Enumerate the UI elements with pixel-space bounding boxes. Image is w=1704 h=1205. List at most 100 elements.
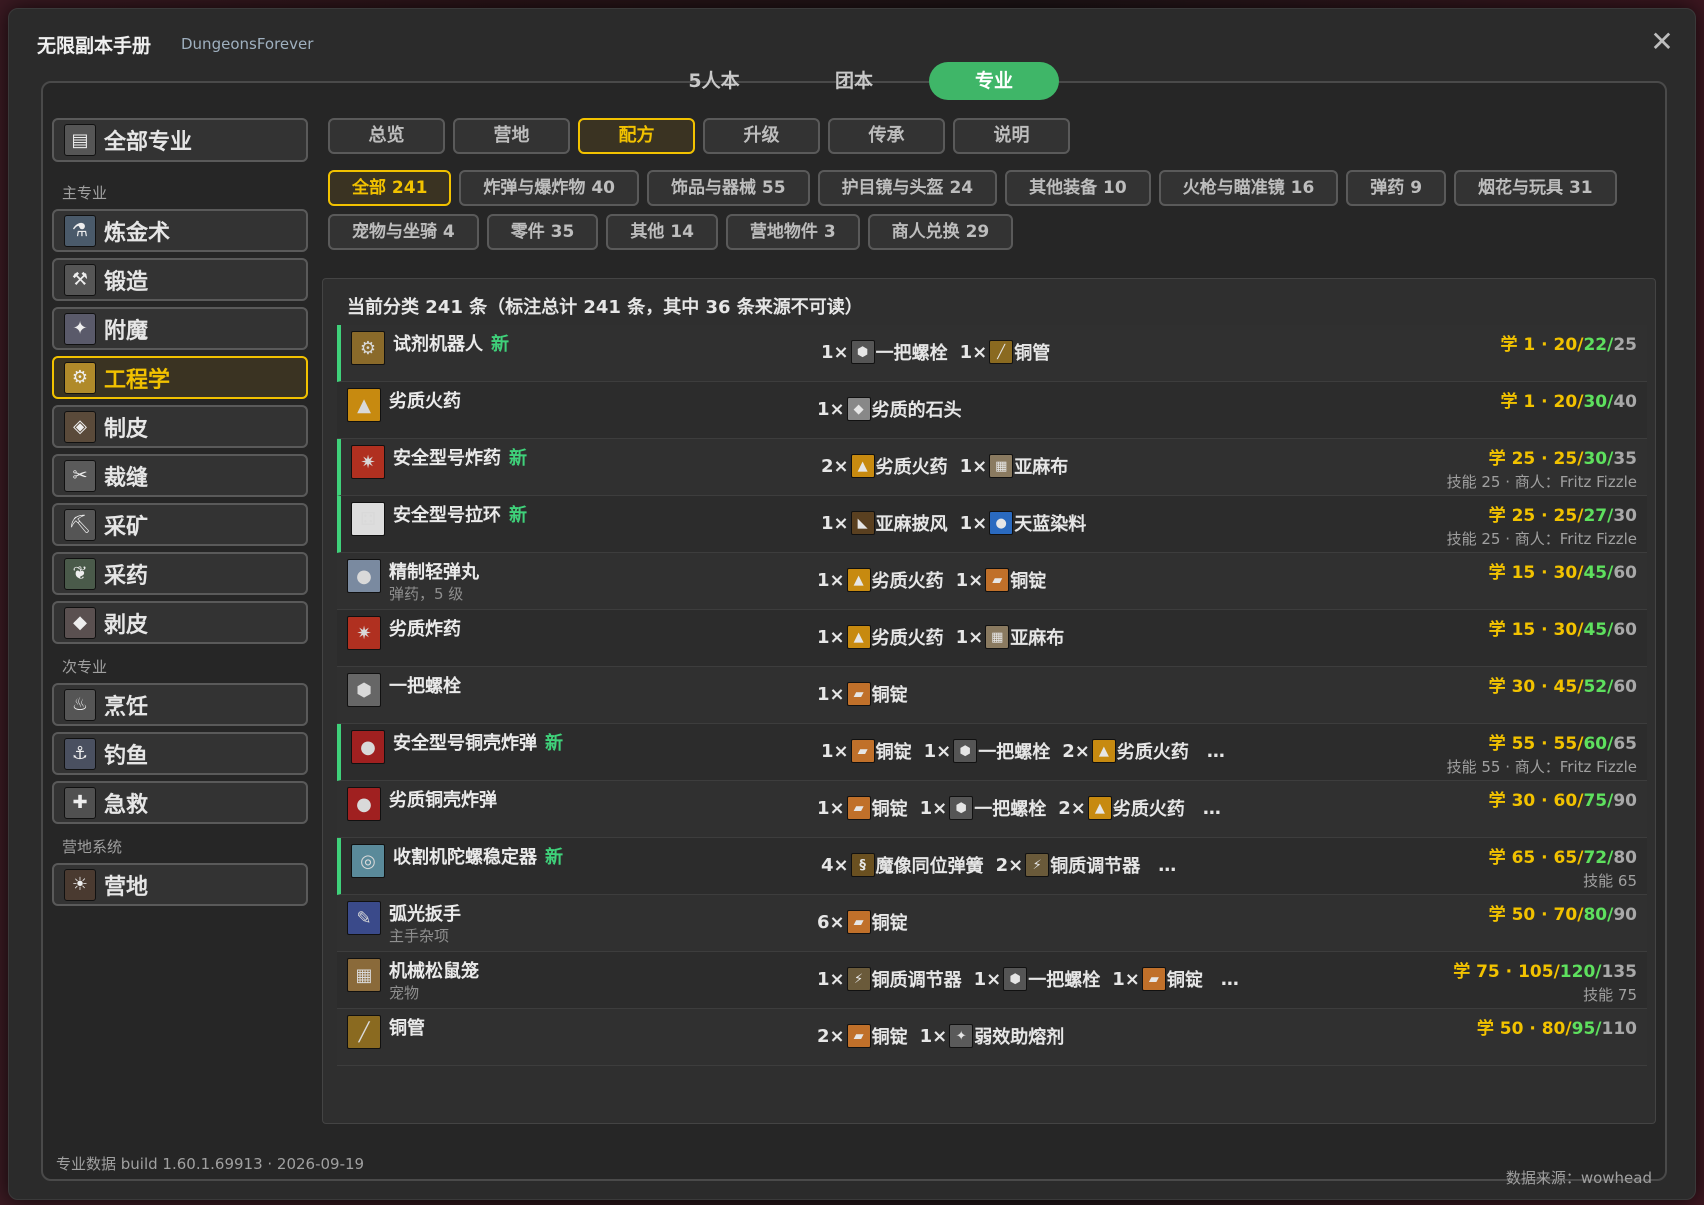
subtab-2[interactable]: 配方: [578, 118, 695, 154]
reagent[interactable]: 1× ⬢ 一把螺栓: [974, 966, 1100, 992]
recipe-source-note: 技能 55 · 商人：Fritz Fizzle: [1446, 758, 1637, 776]
reagent[interactable]: 2× ▲ 劣质火药: [821, 453, 948, 479]
reagent[interactable]: 2× ▲ 劣质火药: [1058, 795, 1185, 821]
sidebar-item-campfire[interactable]: ☀ 营地: [52, 863, 308, 906]
recipe-row[interactable]: ✷ 安全型号炸药新 2× ▲ 劣质火药 1× ▦ 亚麻布 学 25 · 25/30/35 技能 2…: [337, 439, 1647, 496]
reagent[interactable]: 1× ▰ 铜锭: [821, 738, 912, 764]
reagent[interactable]: 1× ⬢ 一把螺栓: [920, 795, 1046, 821]
sidebar-item-herb[interactable]: ❦ 采药: [52, 552, 308, 595]
reagent[interactable]: 1× ◣ 亚麻披风: [821, 510, 948, 536]
sidebar-item-enchant[interactable]: ✦ 附魔: [52, 307, 308, 350]
recipe-row[interactable]: ⬢ 一把螺栓 1× ▰ 铜锭 学 30 · 45/52/60: [337, 667, 1647, 724]
recipe-row[interactable]: ● 劣质铜壳炸弹 1× ▰ 铜锭 1× ⬢ 一把螺栓 2× ▲ 劣质火药… 学 30 · 60/75/…: [337, 781, 1647, 838]
sidebar-item-first-aid[interactable]: ✚ 急救: [52, 781, 308, 824]
reagent[interactable]: 1× ✦ 弱效助熔剂: [919, 1023, 1064, 1049]
learn-level: 学 55: [1488, 734, 1536, 754]
close-icon[interactable]: ✕: [1647, 27, 1677, 57]
reagent[interactable]: 1× ◆ 劣质的石头: [817, 396, 962, 422]
reagent[interactable]: 1× ⬢ 一把螺栓: [821, 339, 948, 365]
recipe-row[interactable]: ● 安全型号铜壳炸弹新 1× ▰ 铜锭 1× ⬢ 一把螺栓 2× ▲ 劣质火药… 学 55 · 55/…: [337, 724, 1647, 781]
sidebar-item-anvil[interactable]: ⚒ 锻造: [52, 258, 308, 301]
tab-raid[interactable]: 团本: [789, 62, 919, 100]
filter-chip[interactable]: 全部 241: [328, 170, 452, 206]
separator: ·: [1535, 905, 1554, 925]
recipe-name: 劣质火药: [389, 387, 461, 413]
reagent[interactable]: 2× ▲ 劣质火药: [1062, 738, 1189, 764]
recipe-row[interactable]: ● 精制轻弹丸 弹药，5 级 1× ▲ 劣质火药 1× ▰ 铜锭学 15 · 30/45/60: [337, 553, 1647, 610]
recipe-name: 机械松鼠笼: [389, 957, 479, 983]
subtab-5[interactable]: 说明: [953, 118, 1070, 154]
subtab-0[interactable]: 总览: [328, 118, 445, 154]
reagent-icon: ▰: [846, 1024, 871, 1048]
recipe-list[interactable]: ⚙ 试剂机器人新 1× ⬢ 一把螺栓 1× ╱ 铜管学 1 · 20/22/25 ▲ 劣质火药 1×…: [337, 325, 1647, 1066]
learn-level: 学 1: [1500, 392, 1536, 412]
filter-chip[interactable]: 其他装备 10: [1005, 170, 1151, 206]
gear-icon: ⚙: [64, 361, 96, 394]
filter-chip[interactable]: 宠物与坐骑 4: [328, 214, 479, 250]
sidebar-item-cooking[interactable]: ♨ 烹饪: [52, 683, 308, 726]
reagent[interactable]: 1× ▦ 亚麻布: [956, 624, 1064, 650]
sidebar-item-potion[interactable]: ⚗ 炼金术: [52, 209, 308, 252]
powder-icon: ▲: [347, 388, 381, 422]
skill-gray: 65: [1613, 734, 1637, 754]
filter-chip[interactable]: 护目镜与头盔 24: [817, 170, 998, 206]
reagent-icon: ◆: [846, 397, 871, 421]
reagent[interactable]: 1× ● 天蓝染料: [960, 510, 1086, 536]
subtab-4[interactable]: 传承: [828, 118, 945, 154]
reagent[interactable]: 2× ⚡ 铜质调节器: [996, 852, 1140, 878]
sidebar-item-gear[interactable]: ⚙ 工程学: [52, 356, 308, 399]
recipe-row[interactable]: ◎ 收割机陀螺稳定器新 4× § 魔像同位弹簧 2× ⚡ 铜质调节器 … 学 65 · 65/72…: [337, 838, 1647, 895]
reagent[interactable]: 1× ▦ 亚麻布: [960, 453, 1068, 479]
filter-chip[interactable]: 营地物件 3: [725, 214, 860, 250]
reagent-qty: 1×: [817, 626, 845, 648]
filter-chip[interactable]: 零件 35: [486, 214, 599, 250]
reagent[interactable]: 1× ▰ 铜锭: [956, 567, 1046, 593]
reagent[interactable]: 1× ▰ 铜锭: [817, 795, 908, 821]
sidebar-item-pickaxe[interactable]: ⛏ 采矿: [52, 503, 308, 546]
reagent[interactable]: 1× ▰ 铜锭: [817, 681, 908, 707]
skill-levels: 学 65 · 65/72/80: [1489, 843, 1637, 868]
filter-chip[interactable]: 火枪与瞄准镜 16: [1158, 170, 1339, 206]
tab-5-player[interactable]: 5人本: [649, 62, 779, 100]
reagent[interactable]: 1× ⬢ 一把螺栓: [924, 738, 1050, 764]
recipe-row[interactable]: ▲ 劣质火药 1× ◆ 劣质的石头 学 1 · 20/30/40: [337, 382, 1647, 439]
filter-chip[interactable]: 其他 14: [606, 214, 718, 250]
reagent[interactable]: 1× ╱ 铜管: [959, 339, 1050, 365]
recipe-row[interactable]: ⚃ 安全型号拉环新 1× ◣ 亚麻披风 1× ● 天蓝染料学 25 · 25/27/30 技能 …: [337, 496, 1647, 553]
recipe-row[interactable]: ╱ 铜管 2× ▰ 铜锭 1× ✦ 弱效助熔剂 学 50 · 80/95/110: [337, 1009, 1647, 1066]
sidebar-item-skinning[interactable]: ◆ 剥皮: [52, 601, 308, 644]
reagent-qty: 1×: [959, 341, 988, 363]
sidebar-item-thread[interactable]: ✂ 裁缝: [52, 454, 308, 497]
reagent-icon: ◣: [850, 511, 875, 535]
sidebar-item-leather[interactable]: ◈ 制皮: [52, 405, 308, 448]
recipe-row[interactable]: ⚙ 试剂机器人新 1× ⬢ 一把螺栓 1× ╱ 铜管学 1 · 20/22/25: [337, 325, 1647, 382]
recipe-name: 收割机陀螺稳定器新: [393, 843, 563, 869]
reagent[interactable]: 2× ▰ 铜锭: [817, 1023, 908, 1049]
reagent[interactable]: 1× ▲ 劣质火药: [817, 624, 944, 650]
recipe-row[interactable]: ▦ 机械松鼠笼 宠物 1× ⚡ 铜质调节器 1× ⬢ 一把螺栓 1× ▰ 铜锭… 学 75 · 105/…: [337, 952, 1647, 1009]
sidebar-item-fishing[interactable]: ⚓ 钓鱼: [52, 732, 308, 775]
filter-chip[interactable]: 烟花与玩具 31: [1454, 170, 1617, 206]
reagent[interactable]: 4× § 魔像同位弹簧: [821, 852, 984, 878]
filter-chip[interactable]: 饰品与器械 55: [646, 170, 810, 206]
reagent[interactable]: 1× ▲ 劣质火药: [817, 567, 944, 593]
skill-levels: 学 15 · 30/45/60: [1489, 558, 1637, 583]
cooking-icon: ♨: [64, 688, 96, 721]
filter-chip[interactable]: 弹药 9: [1346, 170, 1447, 206]
recipe-row[interactable]: ✷ 劣质炸药 1× ▲ 劣质火药 1× ▦ 亚麻布学 15 · 30/45/60: [337, 610, 1647, 667]
reagent[interactable]: 1× ▰ 铜锭: [1112, 966, 1203, 992]
reagent-name: 劣质火药: [871, 628, 944, 649]
reagent-qty: 1×: [919, 1025, 948, 1047]
tab-professions[interactable]: 专业: [929, 62, 1059, 100]
filter-chip[interactable]: 商人兑换 29: [867, 214, 1014, 250]
subtab-3[interactable]: 升级: [703, 118, 820, 154]
subtab-1[interactable]: 营地: [453, 118, 570, 154]
recipe-row[interactable]: ✎ 弧光扳手 主手杂项 6× ▰ 铜锭 学 50 · 70/80/90: [337, 895, 1647, 952]
reagent-qty: 1×: [817, 398, 845, 420]
sidebar-item-all[interactable]: ▤ 全部专业: [52, 118, 308, 162]
reagent-icon: ▦: [989, 454, 1014, 478]
skinning-icon: ◆: [64, 606, 96, 639]
reagent[interactable]: 6× ▰ 铜锭: [817, 909, 908, 935]
reagent[interactable]: 1× ⚡ 铜质调节器: [817, 966, 962, 992]
filter-chip[interactable]: 炸弹与爆炸物 40: [459, 170, 639, 206]
